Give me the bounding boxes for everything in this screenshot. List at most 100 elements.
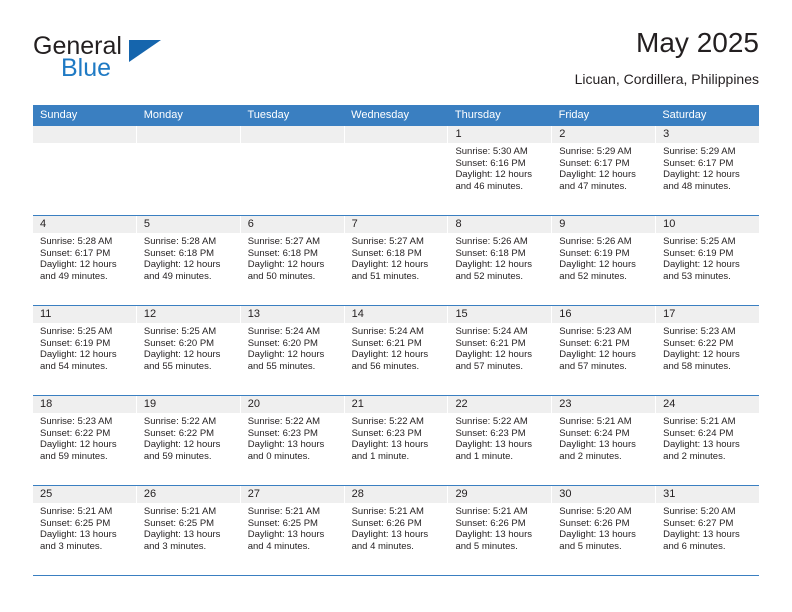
daylight-text-line1: Daylight: 13 hours — [455, 529, 533, 541]
day-number: 28 — [344, 486, 448, 503]
calendar-day-cell[interactable]: 14 Sunrise: 5:24 AM Sunset: 6:21 PM Dayligh… — [344, 306, 449, 395]
calendar-day-cell[interactable]: 28 Sunrise: 5:21 AM Sunset: 6:26 PM Dayligh… — [344, 486, 449, 575]
daylight-text-line1: Daylight: 12 hours — [663, 349, 740, 361]
daylight-text-line2: and 2 minutes. — [559, 450, 622, 462]
sunrise-text: Sunrise: 5:25 AM — [143, 326, 217, 337]
calendar-day-cell[interactable]: 5 Sunrise: 5:28 AM Sunset: 6:18 PM Daylight… — [136, 216, 241, 305]
sunrise-text: Sunrise: 5:22 AM — [455, 416, 528, 427]
sunset-text: Sunset: 6:24 PM — [663, 427, 734, 439]
calendar-day-cell[interactable]: 3 Sunrise: 5:29 AM Sunset: 6:17 PM Daylight… — [656, 126, 760, 215]
day-sun-info: Sunrise: 5:26 AM Sunset: 6:19 PM Daylight:… — [552, 233, 655, 282]
day-sun-info: Sunrise: 5:20 AM Sunset: 6:26 PM Daylight:… — [552, 503, 655, 552]
calendar-day-cell[interactable]: 25 Sunrise: 5:21 AM Sunset: 6:25 PM Dayligh… — [33, 486, 137, 575]
day-number: 6 — [240, 216, 344, 233]
daylight-text-line1: Daylight: 12 hours — [143, 439, 221, 451]
day-number: 24 — [656, 396, 760, 413]
daylight-text-line1: Daylight: 12 hours — [663, 169, 740, 181]
daylight-text-line2: and 58 minutes. — [663, 360, 731, 372]
daylight-text-line1: Daylight: 12 hours — [455, 349, 533, 361]
weekday-header-row: Sunday Monday Tuesday Wednesday Thursday… — [33, 105, 759, 126]
calendar-day-cell[interactable]: 20 Sunrise: 5:22 AM Sunset: 6:23 PM Dayligh… — [240, 396, 345, 485]
daylight-text-line2: and 3 minutes. — [40, 540, 103, 552]
calendar-day-cell[interactable]: 6 Sunrise: 5:27 AM Sunset: 6:18 PM Daylight… — [240, 216, 345, 305]
daylight-text-line2: and 0 minutes. — [247, 450, 311, 462]
sunset-text: Sunset: 6:25 PM — [247, 517, 318, 529]
calendar-day-cell[interactable]: 26 Sunrise: 5:21 AM Sunset: 6:25 PM Dayligh… — [136, 486, 241, 575]
calendar-day-cell[interactable]: 30 Sunrise: 5:20 AM Sunset: 6:26 PM Dayligh… — [552, 486, 657, 575]
calendar-day-cell[interactable]: 13 Sunrise: 5:24 AM Sunset: 6:20 PM Dayligh… — [240, 306, 345, 395]
daylight-text-line2: and 4 minutes. — [247, 540, 311, 552]
sunrise-text: Sunrise: 5:20 AM — [559, 506, 632, 517]
brand-logo[interactable]: General Blue — [33, 32, 213, 88]
sunset-text: Sunset: 6:19 PM — [663, 247, 734, 259]
day-sun-info: Sunrise: 5:24 AM Sunset: 6:21 PM Daylight:… — [345, 323, 448, 372]
day-number: 23 — [552, 396, 656, 413]
daylight-text-line2: and 47 minutes. — [559, 180, 627, 192]
calendar-day-cell[interactable]: 29 Sunrise: 5:21 AM Sunset: 6:26 PM Dayligh… — [448, 486, 553, 575]
day-sun-info: Sunrise: 5:21 AM Sunset: 6:24 PM Daylight:… — [656, 413, 759, 462]
day-sun-info: Sunrise: 5:20 AM Sunset: 6:27 PM Daylight:… — [656, 503, 759, 552]
day-number: 31 — [656, 486, 760, 503]
calendar-day-cell[interactable]: 17 Sunrise: 5:23 AM Sunset: 6:22 PM Dayligh… — [656, 306, 760, 395]
calendar-day-cell[interactable]: 1 Sunrise: 5:30 AM Sunset: 6:16 PM Daylight… — [448, 126, 553, 215]
calendar-day-cell[interactable]: 19 Sunrise: 5:22 AM Sunset: 6:22 PM Dayligh… — [136, 396, 241, 485]
day-number: 7 — [344, 216, 448, 233]
day-number — [240, 126, 344, 143]
calendar-grid: Sunday Monday Tuesday Wednesday Thursday… — [33, 105, 760, 576]
calendar-day-cell[interactable]: 27 Sunrise: 5:21 AM Sunset: 6:25 PM Dayligh… — [240, 486, 345, 575]
daylight-text-line1: Daylight: 12 hours — [559, 169, 636, 181]
calendar-day-cell[interactable]: 10 Sunrise: 5:25 AM Sunset: 6:19 PM Dayligh… — [656, 216, 760, 305]
daylight-text-line2: and 57 minutes. — [455, 360, 524, 372]
calendar-day-cell-empty — [344, 126, 449, 215]
calendar-day-cell[interactable]: 22 Sunrise: 5:22 AM Sunset: 6:23 PM Dayligh… — [448, 396, 553, 485]
daylight-text-line2: and 1 minute. — [455, 450, 514, 462]
calendar-day-cell[interactable]: 11 Sunrise: 5:25 AM Sunset: 6:19 PM Dayligh… — [33, 306, 137, 395]
calendar-day-cell[interactable]: 31 Sunrise: 5:20 AM Sunset: 6:27 PM Dayligh… — [656, 486, 760, 575]
day-number: 18 — [33, 396, 136, 413]
daylight-text-line2: and 53 minutes. — [663, 270, 731, 282]
daylight-text-line1: Daylight: 12 hours — [247, 349, 325, 361]
day-number: 27 — [240, 486, 344, 503]
calendar-day-cell[interactable]: 4 Sunrise: 5:28 AM Sunset: 6:17 PM Daylight… — [33, 216, 137, 305]
calendar-day-cell[interactable]: 15 Sunrise: 5:24 AM Sunset: 6:21 PM Dayligh… — [448, 306, 553, 395]
general-blue-triangle-icon — [129, 40, 161, 62]
sunset-text: Sunset: 6:25 PM — [143, 517, 215, 529]
sunset-text: Sunset: 6:21 PM — [351, 337, 422, 349]
sunrise-text: Sunrise: 5:28 AM — [143, 236, 217, 247]
sunrise-text: Sunrise: 5:24 AM — [351, 326, 424, 337]
calendar-day-cell-empty — [136, 126, 241, 215]
day-sun-info: Sunrise: 5:22 AM Sunset: 6:22 PM Daylight:… — [137, 413, 240, 462]
calendar-day-cell[interactable]: 21 Sunrise: 5:22 AM Sunset: 6:23 PM Dayligh… — [344, 396, 449, 485]
day-number: 30 — [552, 486, 656, 503]
calendar-day-cell[interactable]: 23 Sunrise: 5:21 AM Sunset: 6:24 PM Dayligh… — [552, 396, 657, 485]
calendar-day-cell[interactable]: 7 Sunrise: 5:27 AM Sunset: 6:18 PM Daylight… — [344, 216, 449, 305]
calendar-day-cell[interactable]: 12 Sunrise: 5:25 AM Sunset: 6:20 PM Dayligh… — [136, 306, 241, 395]
day-number: 3 — [656, 126, 760, 143]
sunset-text: Sunset: 6:17 PM — [559, 157, 630, 169]
sunrise-text: Sunrise: 5:25 AM — [663, 236, 736, 247]
calendar-weeks: 1 Sunrise: 5:30 AM Sunset: 6:16 PM Daylight… — [33, 126, 760, 576]
daylight-text-line2: and 5 minutes. — [559, 540, 622, 552]
calendar-day-cell[interactable]: 24 Sunrise: 5:21 AM Sunset: 6:24 PM Dayligh… — [656, 396, 760, 485]
calendar-day-cell[interactable]: 8 Sunrise: 5:26 AM Sunset: 6:18 PM Daylight… — [448, 216, 553, 305]
daylight-text-line1: Daylight: 13 hours — [559, 439, 636, 451]
daylight-text-line1: Daylight: 12 hours — [143, 259, 221, 271]
sunset-text: Sunset: 6:17 PM — [663, 157, 734, 169]
page-title: May 2025 — [636, 27, 759, 58]
weekday-header-monday: Monday — [143, 109, 183, 121]
title-block: May 2025 Licuan, Cordillera, Philippines — [575, 26, 759, 89]
calendar-day-cell[interactable]: 18 Sunrise: 5:23 AM Sunset: 6:22 PM Dayligh… — [33, 396, 137, 485]
sunset-text: Sunset: 6:18 PM — [143, 247, 215, 259]
calendar-day-cell[interactable]: 16 Sunrise: 5:23 AM Sunset: 6:21 PM Dayligh… — [552, 306, 657, 395]
sunrise-text: Sunrise: 5:22 AM — [143, 416, 217, 427]
sunset-text: Sunset: 6:23 PM — [351, 427, 422, 439]
daylight-text-line2: and 54 minutes. — [40, 360, 108, 372]
daylight-text-line1: Daylight: 13 hours — [40, 529, 117, 541]
calendar-day-cell[interactable]: 2 Sunrise: 5:29 AM Sunset: 6:17 PM Daylight… — [552, 126, 657, 215]
calendar-day-cell[interactable]: 9 Sunrise: 5:26 AM Sunset: 6:19 PM Daylight… — [552, 216, 657, 305]
sunrise-text: Sunrise: 5:20 AM — [663, 506, 736, 517]
sunset-text: Sunset: 6:27 PM — [663, 517, 734, 529]
day-sun-info: Sunrise: 5:22 AM Sunset: 6:23 PM Daylight:… — [241, 413, 344, 462]
daylight-text-line2: and 2 minutes. — [663, 450, 726, 462]
sunrise-text: Sunrise: 5:24 AM — [247, 326, 321, 337]
